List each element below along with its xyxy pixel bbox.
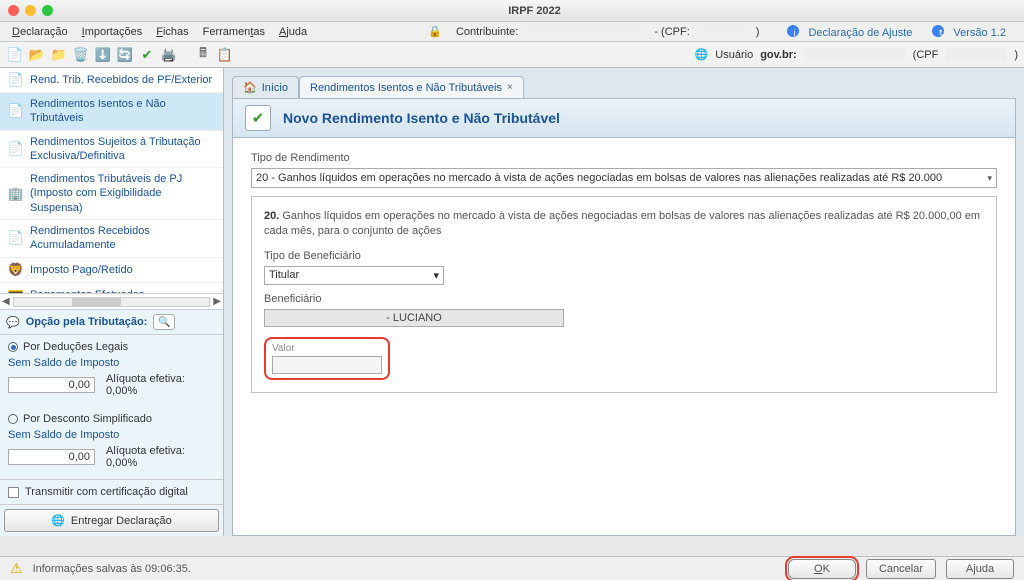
- building-icon: 🏢: [8, 186, 24, 202]
- navitem-rend-acumulado[interactable]: 📄Rendimentos Recebidos Acumuladamente: [0, 220, 223, 258]
- contribuinte-label: Contribuinte:: [450, 24, 524, 40]
- page-header: ✔ Novo Rendimento Isento e Não Tributáve…: [232, 98, 1016, 138]
- navitem-pagamentos[interactable]: 💳Pagamentos Efetuados: [0, 283, 223, 293]
- cpf-label: - (CPF:: [648, 24, 695, 40]
- page-title: Novo Rendimento Isento e Não Tributável: [283, 110, 560, 126]
- radio-simplificado[interactable]: [8, 414, 18, 424]
- doc-icon: 📄: [8, 230, 24, 246]
- globe-icon: 🌐: [695, 48, 709, 61]
- rendimento-description: 20. Ganhos líquidos em operações no merc…: [264, 209, 984, 240]
- doc-icon: 📄: [8, 103, 24, 119]
- magnify-button[interactable]: 🔍: [153, 314, 175, 330]
- tax-option-simplificado: Por Desconto Simplificado Sem Saldo de I…: [0, 407, 223, 479]
- delivery-row: 🌐 Entregar Declaração: [0, 504, 223, 536]
- beneficiario-label: Beneficiário: [264, 293, 984, 305]
- entregar-button[interactable]: 🌐 Entregar Declaração: [4, 509, 219, 532]
- form-area: Tipo de Rendimento 20 - Ganhos líquidos …: [232, 138, 1016, 536]
- menu-importacoes[interactable]: Importações: [76, 24, 149, 40]
- saldo-deducoes-value: 0,00: [8, 377, 95, 393]
- cert-digital-checkbox[interactable]: [8, 487, 19, 498]
- usuario-blank: [805, 48, 905, 61]
- minimize-window-icon[interactable]: [25, 5, 36, 16]
- transmit-row: Transmitir com certificação digital: [0, 479, 223, 504]
- menu-bar: Declaração Importações Fichas Ferramenta…: [0, 22, 1024, 42]
- tool-open-icon[interactable]: 📂: [28, 46, 46, 64]
- opcao-tributacao-header: 💬 Opção pela Tributação: 🔍: [0, 309, 223, 334]
- menu-ferramentas[interactable]: Ferramentas: [197, 24, 271, 40]
- beneficiario-value: - LUCIANO: [264, 309, 564, 327]
- window-title: IRPF 2022: [53, 5, 1016, 17]
- nav-list: 📄Rend. Trib. Recebidos de PF/Exterior 📄R…: [0, 68, 223, 293]
- radio-deducoes[interactable]: [8, 342, 18, 352]
- doc-icon: 📄: [8, 72, 24, 88]
- sem-saldo-label: Sem Saldo de Imposto: [8, 357, 215, 369]
- globe-icon: 🌐: [51, 514, 65, 527]
- menu-declaracao[interactable]: Declaração: [6, 24, 74, 40]
- tool-delete-icon[interactable]: 🗑️: [72, 46, 90, 64]
- versao-link[interactable]: ↻Versão 1.2: [926, 23, 1018, 41]
- usuario-value: gov.br:: [760, 49, 796, 61]
- cpf-value: [698, 25, 748, 38]
- contribuinte-value: [526, 25, 646, 38]
- window-titlebar: IRPF 2022: [0, 0, 1024, 22]
- help-button[interactable]: Ajuda: [946, 559, 1014, 579]
- usuario-label: Usuário: [715, 49, 753, 61]
- tab-strip: 🏠 Início Rendimentos Isentos e Não Tribu…: [232, 76, 1016, 98]
- navitem-rend-exclusiva[interactable]: 📄Rendimentos Sujeitos à Tributação Exclu…: [0, 131, 223, 169]
- navitem-rend-trib-pf[interactable]: 📄Rend. Trib. Recebidos de PF/Exterior: [0, 68, 223, 93]
- tipo-rendimento-select[interactable]: 20 - Ganhos líquidos em operações no mer…: [251, 168, 997, 188]
- menu-ajuda[interactable]: Ajuda: [273, 24, 313, 40]
- tool-print-icon[interactable]: 🖨️: [160, 46, 178, 64]
- navitem-rend-isentos[interactable]: 📄Rendimentos Isentos e Não Tributáveis: [0, 93, 223, 131]
- navitem-rend-trib-pj[interactable]: 🏢Rendimentos Tributáveis de PJ (Imposto …: [0, 168, 223, 220]
- lock-icon: 🔒: [422, 23, 448, 40]
- saldo-simpl-value: 0,00: [8, 449, 95, 465]
- declaracao-ajuste-link[interactable]: iDeclaração de Ajuste: [781, 23, 924, 41]
- toolbar: 📄 📂 📁 🗑️ ⬇️ 🔄 ✔ 🖨️ 🖩 📋 🌐 Usuário gov.br:…: [0, 42, 1024, 68]
- valor-label: Valor: [272, 343, 382, 354]
- cancel-button[interactable]: Cancelar: [866, 559, 936, 579]
- sidebar-hscroll[interactable]: ◀ ▶: [0, 293, 223, 309]
- chat-icon: 💬: [6, 316, 20, 329]
- close-window-icon[interactable]: [8, 5, 19, 16]
- window-controls: [8, 5, 53, 16]
- tipo-beneficiario-label: Tipo de Beneficiário: [264, 250, 984, 262]
- valor-highlight: Valor: [264, 337, 390, 380]
- tax-option-deducoes: Por Deduções Legais Sem Saldo de Imposto…: [0, 334, 223, 407]
- status-text: Informações salvas às 09:06:35.: [33, 563, 191, 575]
- scroll-right-icon[interactable]: ▶: [213, 296, 221, 307]
- refresh-icon: ↻: [932, 25, 944, 37]
- doc-check-icon: ✔: [245, 105, 271, 131]
- valor-input[interactable]: [272, 356, 382, 374]
- menu-fichas[interactable]: Fichas: [150, 24, 194, 40]
- close-tab-icon[interactable]: ×: [507, 82, 513, 93]
- navitem-imposto-pago[interactable]: 🦁Imposto Pago/Retido: [0, 258, 223, 283]
- status-bar: ⚠ Informações salvas às 09:06:35. OK Can…: [0, 556, 1024, 580]
- tab-rendimentos-isentos[interactable]: Rendimentos Isentos e Não Tributáveis ×: [299, 76, 524, 98]
- chevron-down-icon: ▾: [987, 173, 992, 184]
- sidebar: 📄Rend. Trib. Recebidos de PF/Exterior 📄R…: [0, 68, 224, 536]
- zoom-window-icon[interactable]: [42, 5, 53, 16]
- scroll-left-icon[interactable]: ◀: [2, 296, 10, 307]
- rendimento-details: 20. Ganhos líquidos em operações no merc…: [251, 196, 997, 393]
- info-icon: i: [787, 25, 799, 37]
- tool-restore-icon[interactable]: 🔄: [116, 46, 134, 64]
- home-icon: 🏠: [243, 81, 257, 94]
- content-area: 🏠 Início Rendimentos Isentos e Não Tribu…: [224, 68, 1024, 536]
- warning-icon: ⚠: [10, 560, 23, 577]
- ok-button[interactable]: OK: [788, 559, 856, 579]
- tipo-beneficiario-select[interactable]: Titular ▾: [264, 266, 444, 285]
- tipo-rendimento-label: Tipo de Rendimento: [251, 152, 997, 164]
- tool-save-icon[interactable]: 📁: [50, 46, 68, 64]
- tab-inicio[interactable]: 🏠 Início: [232, 76, 299, 98]
- doc-icon: 📄: [8, 141, 24, 157]
- chevron-down-icon: ▾: [433, 269, 439, 282]
- tool-receipt-icon[interactable]: 📋: [216, 46, 234, 64]
- tool-new-icon[interactable]: 📄: [6, 46, 24, 64]
- tool-check-icon[interactable]: ✔: [138, 46, 156, 64]
- sem-saldo-label-2: Sem Saldo de Imposto: [8, 429, 215, 441]
- lion-icon: 🦁: [8, 262, 24, 278]
- tool-calc-icon[interactable]: 🖩: [194, 46, 212, 64]
- tool-import-icon[interactable]: ⬇️: [94, 46, 112, 64]
